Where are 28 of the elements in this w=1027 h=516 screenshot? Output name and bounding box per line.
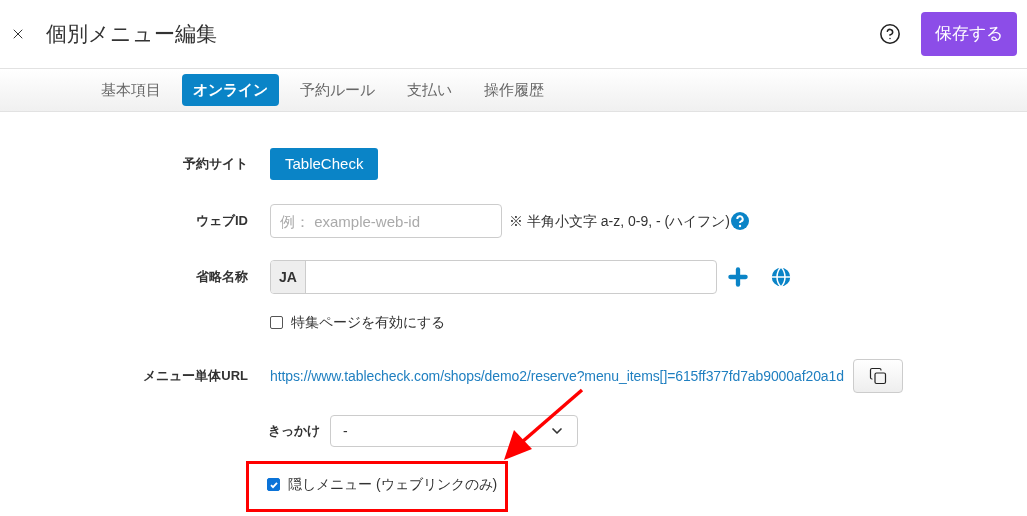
site-button[interactable]: TableCheck xyxy=(270,148,379,180)
save-button[interactable]: 保存する xyxy=(921,12,1017,56)
help-icon[interactable] xyxy=(879,23,901,45)
field-label: ウェブID xyxy=(196,212,248,231)
globe-icon[interactable] xyxy=(769,265,793,289)
field-label: 予約サイト xyxy=(183,155,248,174)
tab[interactable]: 操作履歴 xyxy=(473,74,555,106)
checkbox[interactable] xyxy=(270,316,283,329)
language-prefix: JA xyxy=(271,261,306,293)
field-label: 省略名称 xyxy=(196,268,248,287)
tab[interactable]: オンライン xyxy=(182,74,279,106)
trigger-select[interactable]: - xyxy=(330,415,578,447)
page-title: 個別メニュー編集 xyxy=(46,21,217,48)
add-icon[interactable] xyxy=(725,264,751,290)
tab[interactable]: 予約ルール xyxy=(289,74,386,106)
field-label: メニュー単体URL xyxy=(143,367,248,386)
short-name-field[interactable]: JA xyxy=(270,260,717,294)
menu-url-link[interactable]: https://www.tablecheck.com/shops/demo2/reserve?menu_items[]=615ff377fd7ab9000af20a1d xyxy=(270,365,844,387)
field-label: きっかけ xyxy=(268,422,320,441)
copy-icon xyxy=(868,367,887,385)
checkbox-label: 隠しメニュー (ウェブリンクのみ) xyxy=(288,475,498,494)
copy-button[interactable] xyxy=(852,359,903,393)
tab[interactable]: 基本項目 xyxy=(90,74,172,106)
web-id-field[interactable]: 例： example-web-id xyxy=(270,204,502,238)
checkbox-label: 特集ページを有効にする xyxy=(291,313,445,332)
format-note: ※ 半角小文字 a-z, 0-9, - (ハイフン) xyxy=(509,211,730,231)
tab[interactable]: 支払い xyxy=(396,74,463,106)
checkbox[interactable] xyxy=(267,478,280,491)
